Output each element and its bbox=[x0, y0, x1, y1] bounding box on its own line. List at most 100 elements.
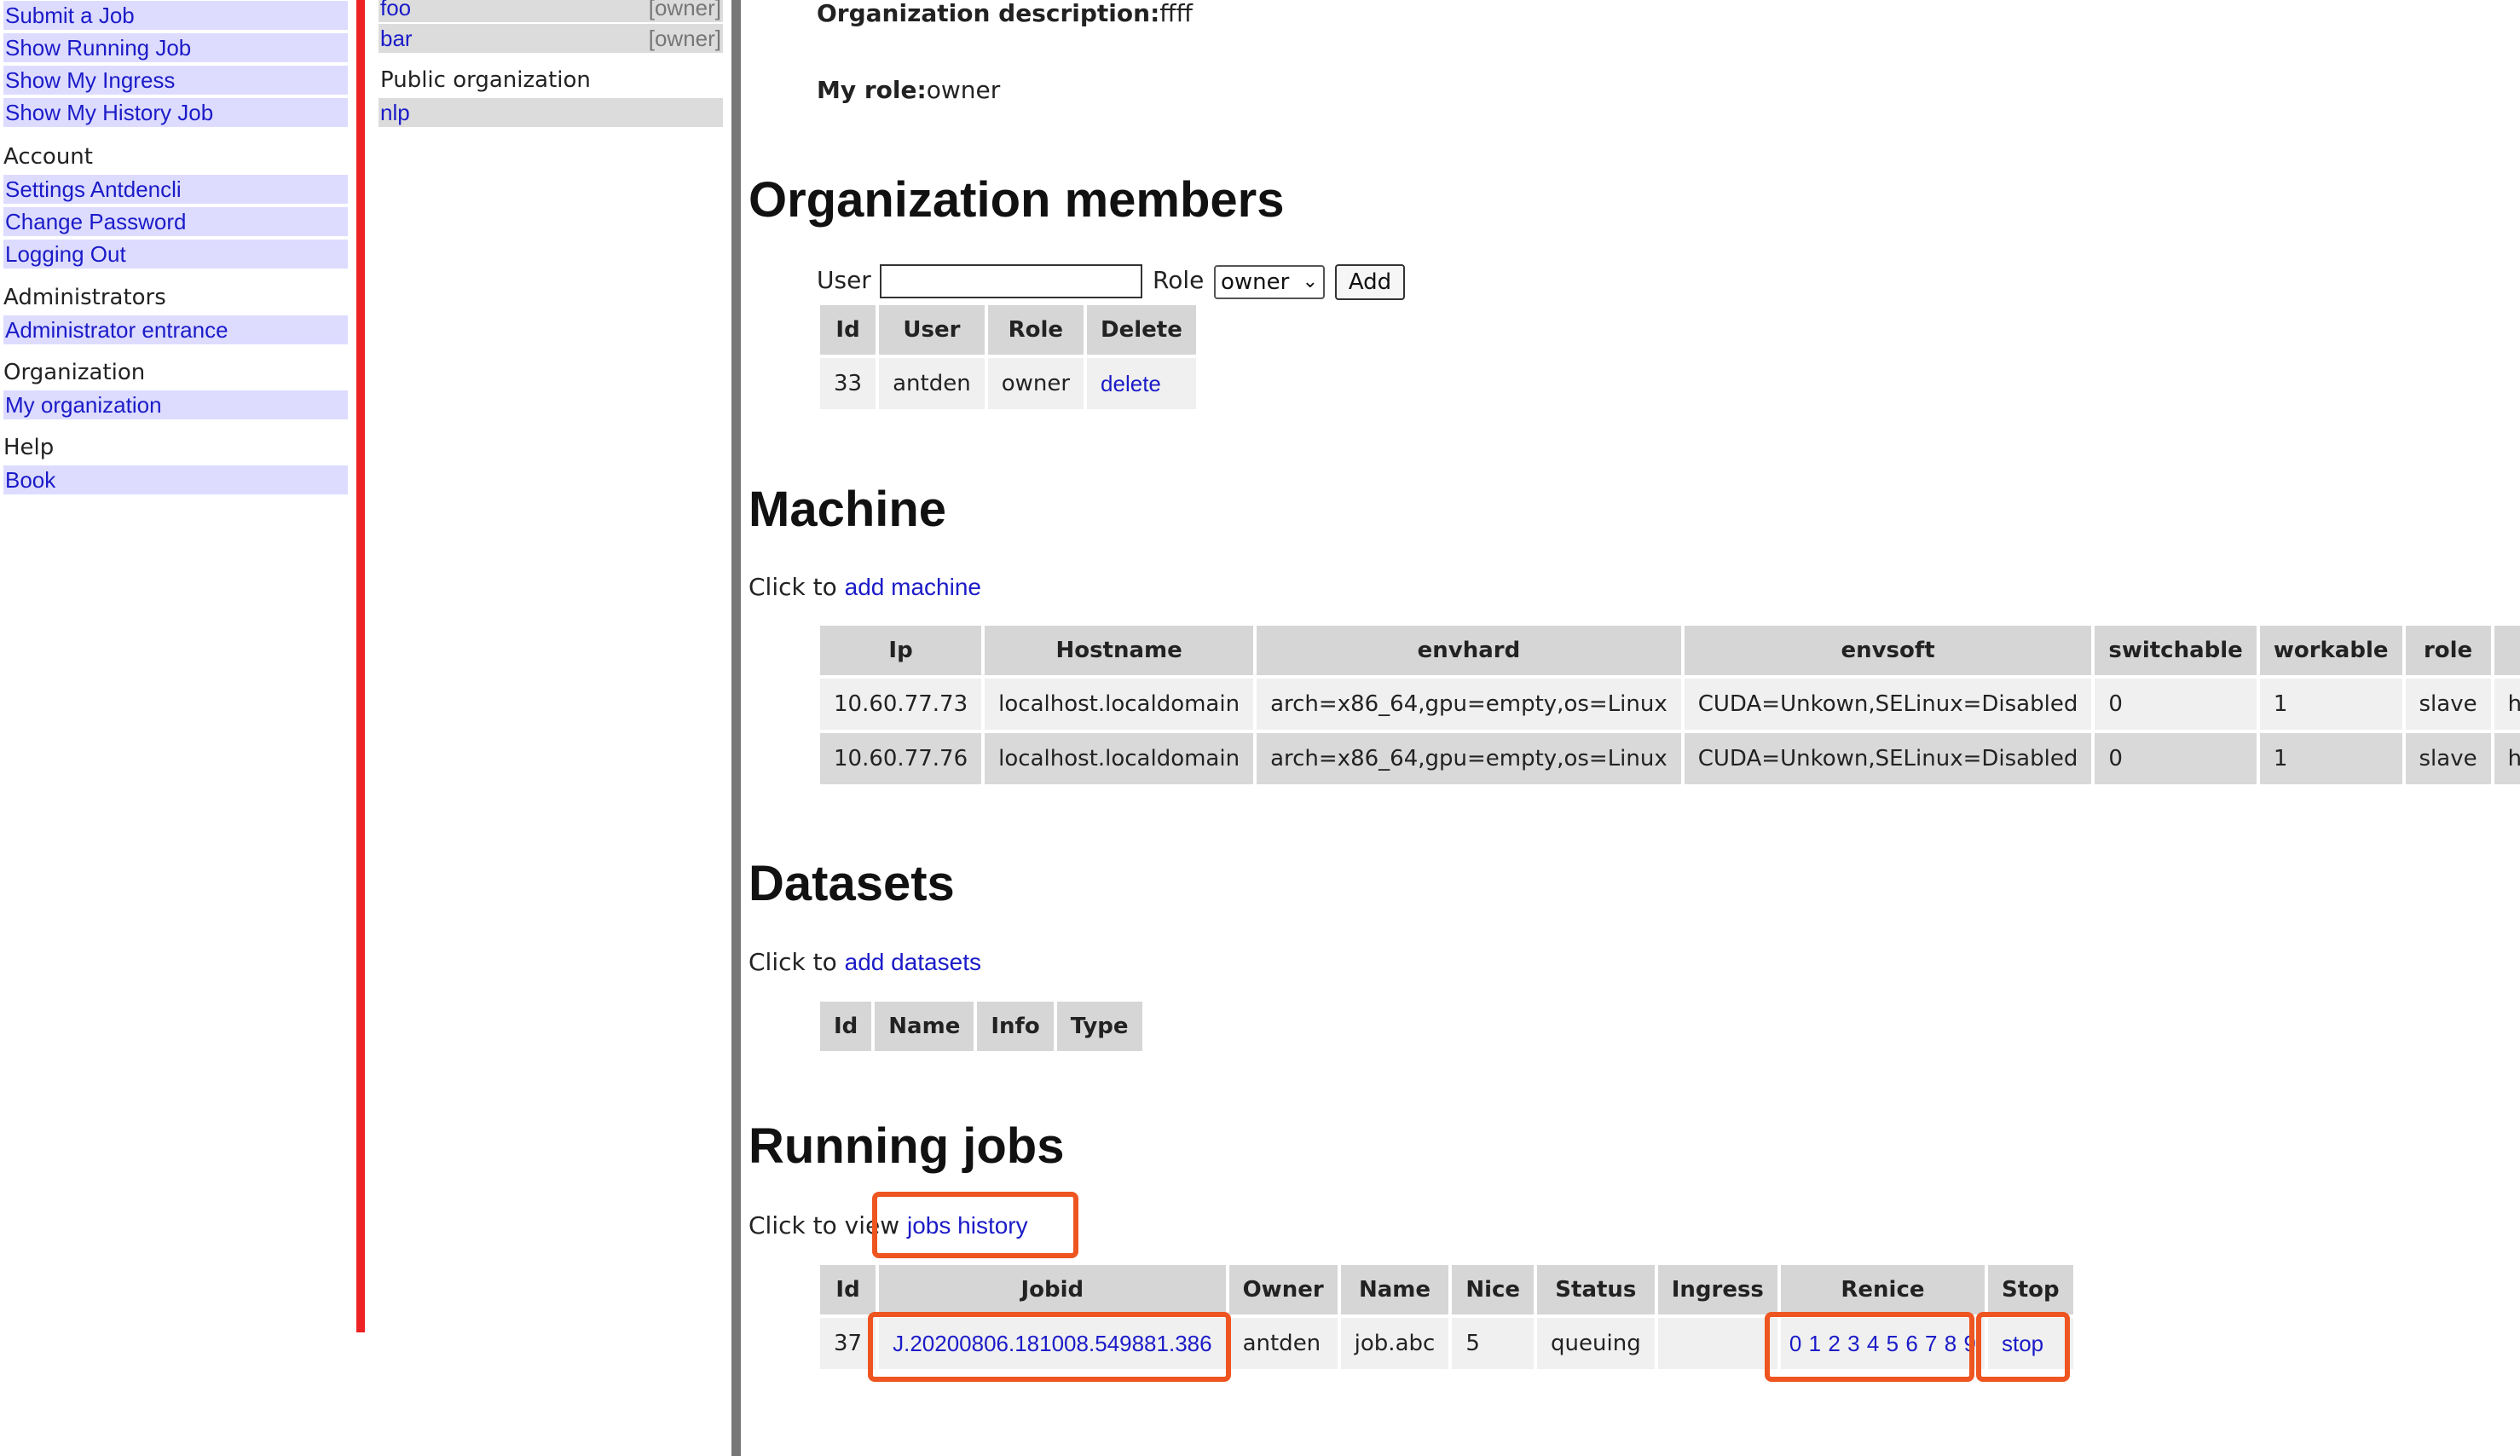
org-role-value: owner bbox=[926, 76, 1001, 104]
col-header: envhard bbox=[1257, 626, 1681, 675]
nav-show-my-ingress[interactable]: Show My Ingress bbox=[3, 66, 348, 95]
col-header: workable bbox=[2259, 626, 2402, 675]
col-header: role bbox=[2405, 626, 2491, 675]
nav-change-password[interactable]: Change Password bbox=[3, 207, 348, 236]
machine-click-prefix: Click to bbox=[748, 573, 845, 601]
col-header: User bbox=[879, 305, 985, 355]
public-org-heading: Public organization bbox=[380, 67, 591, 93]
add-datasets-link[interactable]: add datasets bbox=[845, 949, 981, 975]
table-row: 33 antden owner delete bbox=[820, 358, 1196, 409]
job-status: queuing bbox=[1537, 1318, 1655, 1369]
org-name[interactable]: foo bbox=[380, 0, 411, 22]
machine-mon: health=0 bbox=[2494, 733, 2520, 784]
col-header: Hostname bbox=[985, 626, 1254, 675]
nav-heading-help: Help bbox=[3, 435, 55, 460]
col-header: mon bbox=[2494, 626, 2520, 675]
org-name[interactable]: nlp bbox=[380, 98, 410, 127]
nav-logging-out[interactable]: Logging Out bbox=[3, 240, 348, 269]
highlight-box-jobs-history bbox=[872, 1192, 1078, 1258]
datasets-click-text: Click to add datasets bbox=[748, 947, 981, 978]
machine-title: Machine bbox=[748, 482, 947, 537]
machine-mon: health=0 bbox=[2494, 679, 2520, 730]
nav-show-my-history-job[interactable]: Show My History Job bbox=[3, 98, 348, 127]
machine-ip: 10.60.77.73 bbox=[820, 679, 982, 730]
org-item-foo[interactable]: foo [owner] bbox=[379, 0, 723, 22]
nav-show-running-job[interactable]: Show Running Job bbox=[3, 33, 348, 62]
col-header: Ip bbox=[820, 626, 982, 675]
nav-book[interactable]: Book bbox=[3, 465, 348, 494]
highlight-box-renice bbox=[1765, 1312, 1974, 1382]
members-table: Id User Role Delete 33 antden owner dele… bbox=[817, 302, 1199, 413]
nav-heading-organization: Organization bbox=[3, 360, 146, 385]
machine-envsoft: CUDA=Unkown,SELinux=Disabled bbox=[1684, 733, 2092, 784]
role-select[interactable]: owner ⌄ bbox=[1214, 265, 1325, 299]
member-user: antden bbox=[879, 358, 985, 409]
col-header: Stop bbox=[1987, 1265, 2073, 1314]
highlight-box-stop bbox=[1976, 1312, 2070, 1382]
machine-role: slave bbox=[2405, 733, 2491, 784]
add-member-button[interactable]: Add bbox=[1335, 264, 1405, 300]
datasets-click-prefix: Click to bbox=[748, 948, 845, 976]
nav-submit-job[interactable]: Submit a Job bbox=[3, 1, 348, 30]
machine-switchable: 0 bbox=[2095, 679, 2257, 730]
col-header: envsoft bbox=[1684, 626, 2092, 675]
highlight-box-jobid bbox=[868, 1312, 1231, 1382]
machine-switchable: 0 bbox=[2095, 733, 2257, 784]
org-role-tag: [owner] bbox=[648, 26, 721, 51]
machine-role: slave bbox=[2405, 679, 2491, 730]
col-header: Id bbox=[820, 305, 876, 355]
col-header: Info bbox=[977, 1002, 1054, 1051]
col-header: Ingress bbox=[1657, 1265, 1777, 1314]
col-header: Status bbox=[1537, 1265, 1655, 1314]
col-header: Name bbox=[875, 1002, 974, 1051]
machine-workable: 1 bbox=[2259, 679, 2402, 730]
job-owner: antden bbox=[1228, 1318, 1338, 1369]
running-jobs-title: Running jobs bbox=[748, 1118, 1065, 1174]
job-nice: 5 bbox=[1452, 1318, 1535, 1369]
nav-my-organization[interactable]: My organization bbox=[3, 390, 348, 419]
chevron-down-icon: ⌄ bbox=[1302, 271, 1318, 292]
nav-heading-account: Account bbox=[3, 144, 93, 170]
machine-envhard: arch=x86_64,gpu=empty,os=Linux bbox=[1257, 679, 1681, 730]
nav-settings[interactable]: Settings Antdencli bbox=[3, 175, 348, 204]
table-header-row: Id User Role Delete bbox=[820, 305, 1196, 355]
col-header: Id bbox=[820, 1002, 872, 1051]
table-header-row: Id Name Info Type bbox=[820, 1002, 1142, 1051]
org-role-label: My role: bbox=[817, 76, 927, 104]
machine-envhard: arch=x86_64,gpu=empty,os=Linux bbox=[1257, 733, 1681, 784]
nav-heading-administrators: Administrators bbox=[3, 285, 166, 310]
org-item-bar[interactable]: bar [owner] bbox=[379, 24, 723, 53]
table-header-row: Id Jobid Owner Name Nice Status Ingress … bbox=[820, 1265, 2073, 1314]
machine-envsoft: CUDA=Unkown,SELinux=Disabled bbox=[1684, 679, 2092, 730]
org-role-tag: [owner] bbox=[648, 0, 721, 20]
org-role: My role:owner bbox=[817, 75, 1000, 106]
user-label: User bbox=[817, 266, 871, 294]
col-header: Type bbox=[1056, 1002, 1142, 1051]
members-title: Organization members bbox=[748, 172, 1285, 228]
col-header: Owner bbox=[1228, 1265, 1338, 1314]
datasets-table: Id Name Info Type bbox=[817, 998, 1146, 1054]
col-header: Id bbox=[820, 1265, 876, 1314]
datasets-title: Datasets bbox=[748, 856, 955, 911]
member-user-input[interactable] bbox=[880, 264, 1142, 298]
table-row: 10.60.77.73 localhost.localdomain arch=x… bbox=[820, 679, 2520, 730]
col-header: Nice bbox=[1452, 1265, 1535, 1314]
org-description: Organization description:ffff bbox=[817, 0, 1193, 29]
nav-administrator-entrance[interactable]: Administrator entrance bbox=[3, 315, 348, 344]
org-name[interactable]: bar bbox=[380, 24, 413, 53]
org-item-nlp[interactable]: nlp bbox=[379, 98, 723, 127]
col-header: switchable bbox=[2095, 626, 2257, 675]
org-description-label: Organization description: bbox=[817, 0, 1160, 27]
delete-member-link[interactable]: delete bbox=[1101, 371, 1161, 396]
add-machine-link[interactable]: add machine bbox=[845, 574, 981, 600]
col-header: Jobid bbox=[879, 1265, 1226, 1314]
job-name: job.abc bbox=[1340, 1318, 1449, 1369]
col-header: Renice bbox=[1780, 1265, 1985, 1314]
red-divider bbox=[356, 0, 365, 1332]
col-header: Name bbox=[1340, 1265, 1449, 1314]
machine-table: Ip Hostname envhard envsoft switchable w… bbox=[817, 622, 2520, 788]
org-description-value: ffff bbox=[1159, 0, 1193, 27]
machine-ip: 10.60.77.76 bbox=[820, 733, 982, 784]
gray-divider bbox=[731, 0, 741, 1456]
table-row: 10.60.77.76 localhost.localdomain arch=x… bbox=[820, 733, 2520, 784]
